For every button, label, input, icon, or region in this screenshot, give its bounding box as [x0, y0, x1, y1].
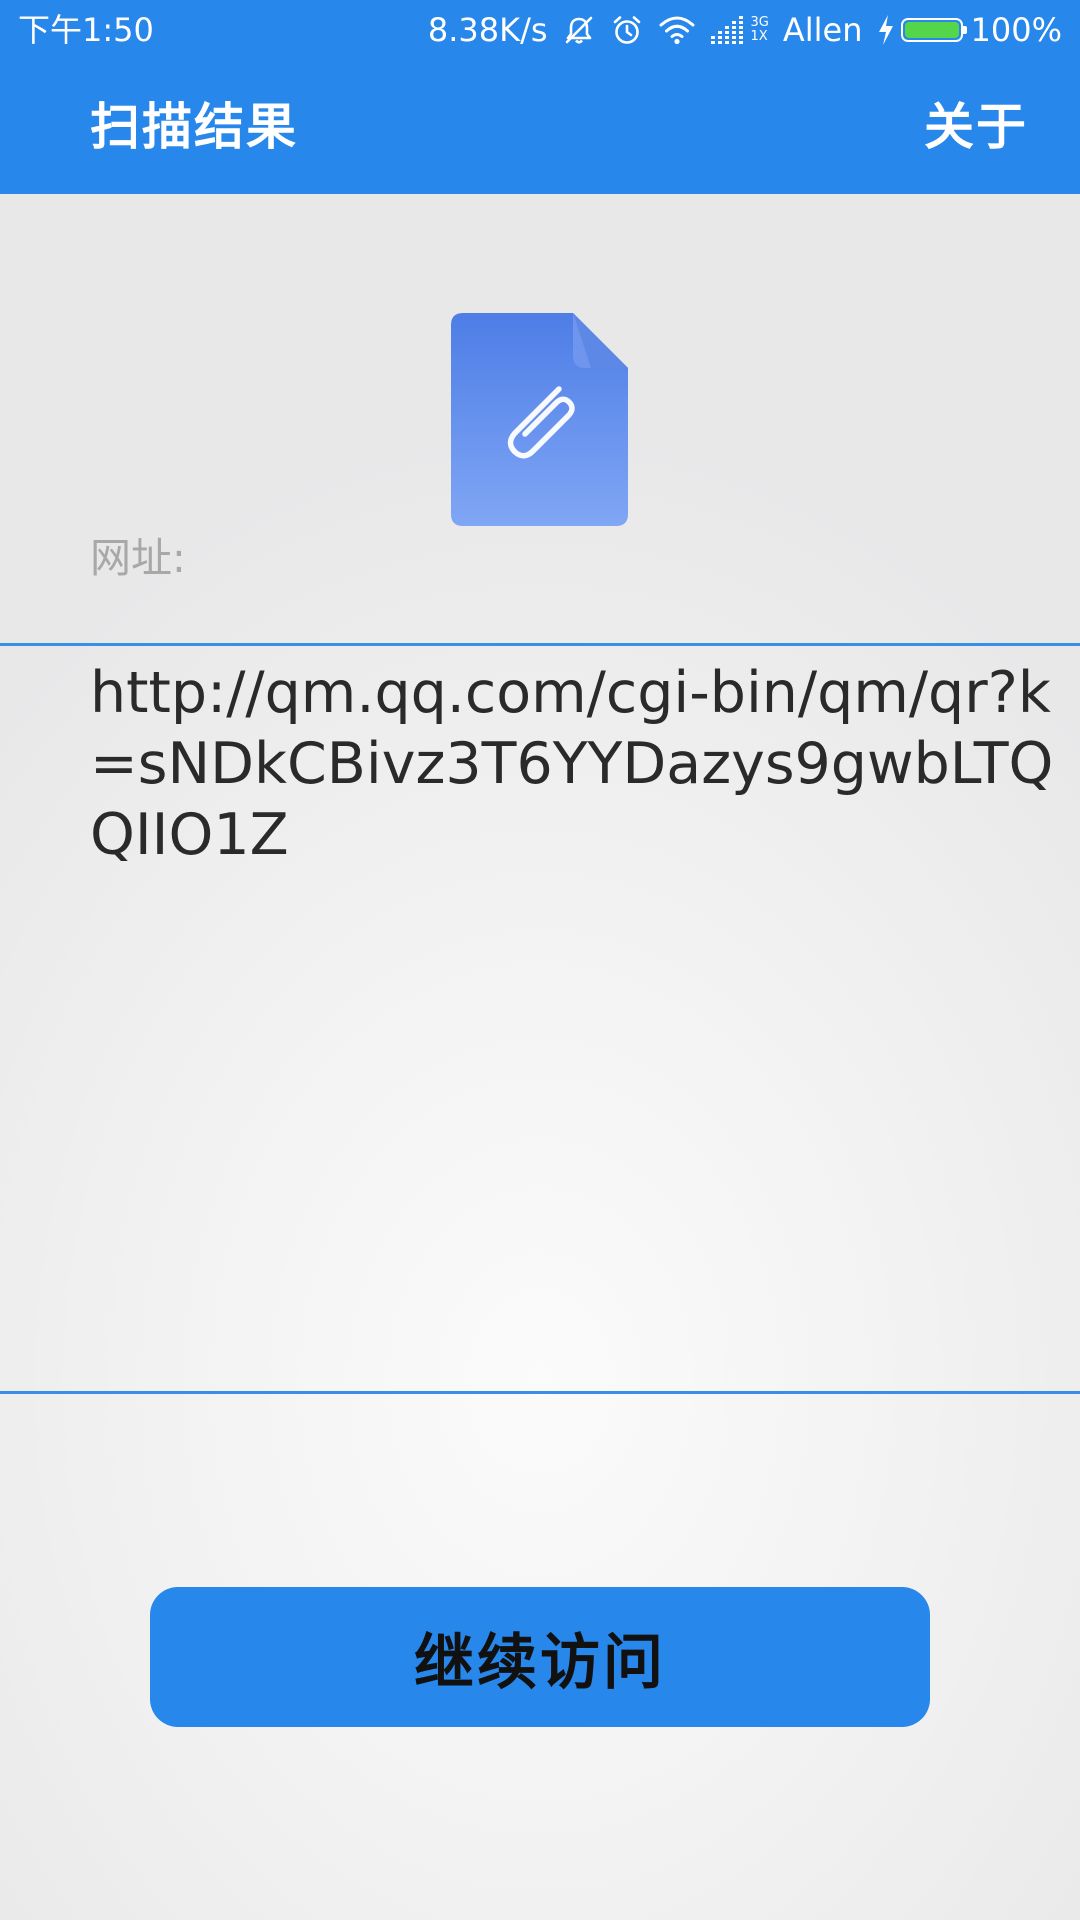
continue-visit-label: 继续访问 [414, 1627, 666, 1698]
page-title: 扫描结果 [90, 98, 298, 156]
wifi-icon [659, 16, 695, 45]
status-time: 下午1:50 [18, 11, 154, 49]
battery-icon [900, 18, 967, 42]
network-speed: 8.38K/s [427, 11, 548, 49]
signal-bars-icon [710, 16, 743, 44]
status-bar: 下午1:50 8.38K/s 3G 1X Allen 100% [0, 0, 1080, 60]
url-box-bottom-border [0, 1391, 1080, 1394]
battery-percent: 100% [970, 11, 1062, 49]
cellular-signal: 3G 1X [710, 15, 769, 45]
url-box-top-border [0, 643, 1080, 646]
network-type: 3G 1X [751, 16, 769, 44]
alarm-clock-icon [613, 16, 640, 44]
mute-bell-icon [565, 16, 592, 44]
url-label: 网址: [90, 534, 186, 582]
battery-level-fill [904, 22, 959, 38]
battery-terminal [962, 26, 967, 34]
network-type-top: 3G [750, 15, 769, 30]
about-button[interactable]: 关于 [924, 94, 1028, 160]
status-icons: 8.38K/s 3G 1X Allen 100% [414, 10, 1062, 50]
network-type-bottom: 1X [750, 29, 768, 44]
paperclip-file-icon [451, 313, 628, 526]
toolbar: 扫描结果 关于 [0, 60, 1080, 194]
app-header: 下午1:50 8.38K/s 3G 1X Allen 100% 扫描结果 关于 [0, 0, 1080, 194]
carrier-name: Allen [782, 11, 863, 49]
charging-bolt-icon [878, 15, 893, 45]
url-value: http://qm.qq.com/cgi-bin/qm/qr?k=sNDkCBi… [90, 660, 1054, 868]
continue-visit-button[interactable]: 继续访问 [150, 1587, 930, 1727]
